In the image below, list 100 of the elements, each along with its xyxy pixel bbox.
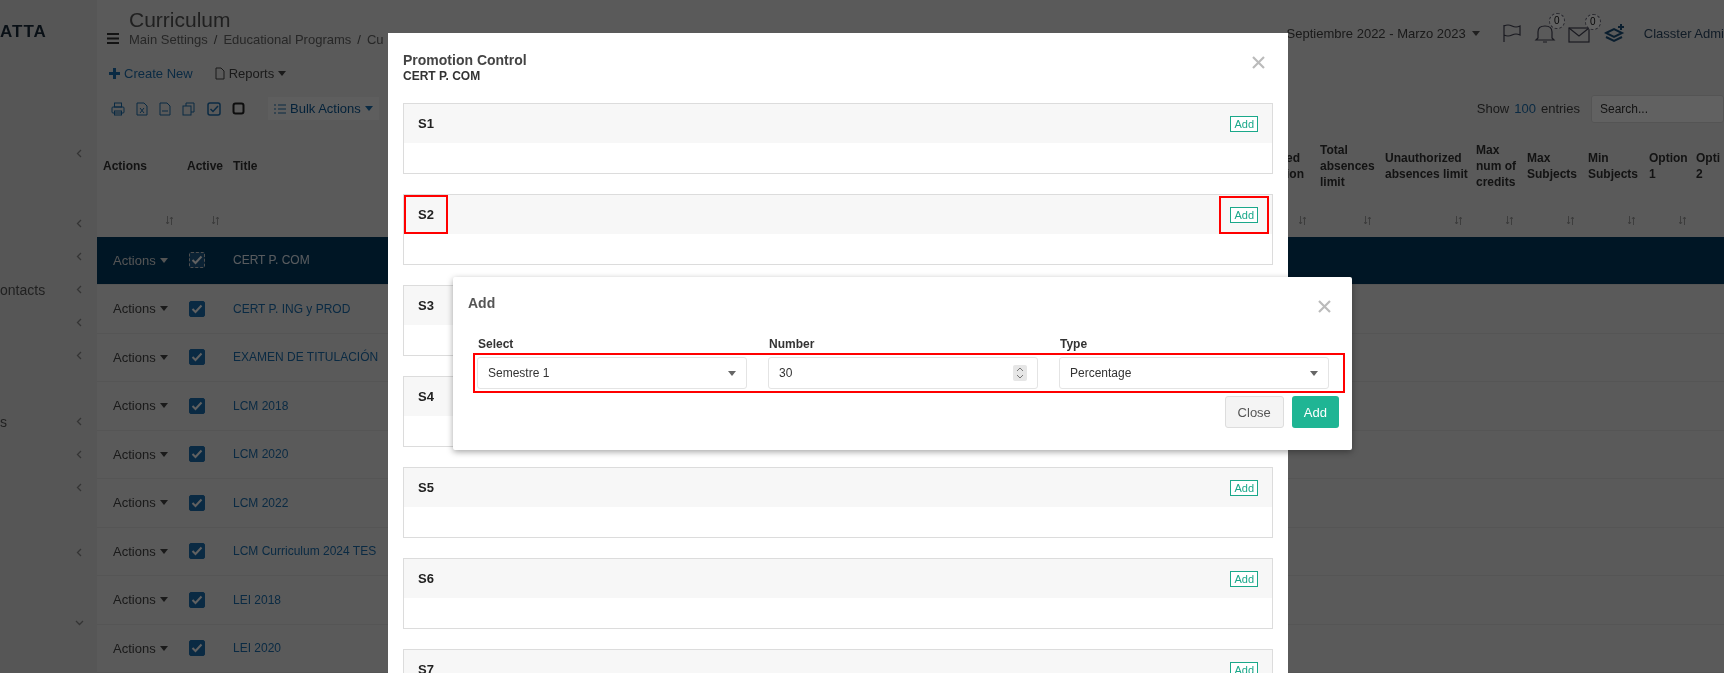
check-square-icon[interactable] bbox=[207, 101, 221, 116]
select-field[interactable]: Semestre 1 bbox=[477, 357, 747, 389]
chevron-left-icon[interactable] bbox=[76, 219, 82, 228]
chevron-left-icon[interactable] bbox=[76, 417, 82, 426]
printer-icon[interactable] bbox=[111, 101, 125, 116]
column-header[interactable]: Min Subjects bbox=[1588, 127, 1643, 205]
program-title-link[interactable]: LCM 2020 bbox=[233, 447, 289, 462]
sort-icon[interactable] bbox=[1299, 216, 1306, 225]
program-title-link[interactable]: CERT P. COM bbox=[233, 253, 310, 268]
sort-icon[interactable] bbox=[1506, 216, 1513, 225]
sort-icon[interactable] bbox=[1628, 216, 1635, 225]
sort-icon[interactable] bbox=[212, 216, 219, 225]
caret-icon bbox=[159, 548, 168, 554]
checkmark-icon bbox=[191, 449, 203, 460]
checkbox[interactable] bbox=[189, 397, 205, 414]
menu-icon[interactable] bbox=[107, 33, 119, 44]
checkbox[interactable] bbox=[189, 494, 205, 511]
square-icon[interactable] bbox=[232, 102, 245, 116]
caret-icon bbox=[1310, 370, 1318, 376]
close-icon[interactable] bbox=[1252, 56, 1265, 69]
checkbox[interactable] bbox=[189, 591, 205, 608]
sort-icon[interactable] bbox=[1455, 216, 1462, 225]
add-button[interactable]: Add bbox=[1230, 115, 1258, 132]
checkbox[interactable] bbox=[189, 300, 205, 317]
column-header[interactable]: Max num of credits bbox=[1476, 127, 1521, 205]
pdf-file-icon[interactable] bbox=[159, 101, 171, 116]
list-icon bbox=[274, 103, 286, 114]
spreadsheet-file-icon[interactable] bbox=[136, 101, 148, 116]
add-button[interactable]: Add bbox=[1230, 661, 1258, 673]
program-title-link[interactable]: LEI 2020 bbox=[233, 641, 282, 656]
flag-icon[interactable] bbox=[1501, 23, 1522, 43]
page-title: Curriculum bbox=[129, 8, 232, 32]
create-new-button[interactable]: Create New bbox=[109, 66, 193, 82]
checkbox[interactable] bbox=[189, 349, 205, 366]
add-button[interactable]: Add bbox=[1230, 479, 1258, 496]
number-field[interactable]: 30 bbox=[768, 357, 1038, 389]
checkbox[interactable] bbox=[189, 446, 205, 463]
actions-dropdown[interactable]: Actions bbox=[113, 446, 168, 462]
add-button[interactable]: Add bbox=[1230, 206, 1258, 223]
chevron-left-icon[interactable] bbox=[76, 351, 82, 360]
search-field[interactable]: Search... bbox=[1591, 94, 1724, 123]
actions-dropdown[interactable]: Actions bbox=[113, 252, 168, 268]
actions-dropdown[interactable]: Actions bbox=[113, 592, 168, 608]
caret-icon bbox=[159, 306, 168, 312]
actions-dropdown[interactable]: Actions bbox=[113, 349, 168, 365]
layers-plus-icon[interactable] bbox=[1603, 23, 1626, 43]
select-field[interactable]: Percentage bbox=[1059, 357, 1329, 389]
message-count: 0 bbox=[1584, 14, 1601, 30]
column-header[interactable]: Actions bbox=[103, 127, 181, 205]
reports-button[interactable]: Reports bbox=[214, 66, 287, 82]
checkmark-icon bbox=[191, 303, 203, 314]
entries-label: Show bbox=[1476, 101, 1510, 117]
chevron-left-icon[interactable] bbox=[76, 450, 82, 459]
program-title-link[interactable]: CERT P. ING y PROD bbox=[233, 301, 351, 316]
copy-icon[interactable] bbox=[182, 101, 196, 116]
bell-icon[interactable] bbox=[1533, 22, 1556, 44]
section-label: S5 bbox=[417, 479, 435, 497]
bulk-actions-button[interactable]: Bulk Actions bbox=[268, 97, 379, 121]
checkbox[interactable] bbox=[189, 543, 205, 560]
close-icon[interactable] bbox=[1318, 300, 1331, 313]
column-header[interactable]: Unauthorized absences limit bbox=[1385, 127, 1470, 205]
spinner-icon[interactable] bbox=[1013, 365, 1027, 381]
actions-dropdown[interactable]: Actions bbox=[113, 301, 168, 317]
program-title-link[interactable]: LCM 2022 bbox=[233, 495, 289, 510]
field-label: Select bbox=[478, 337, 515, 351]
sort-icon[interactable] bbox=[1567, 216, 1574, 225]
section-label: S1 bbox=[417, 115, 435, 133]
sort-icon[interactable] bbox=[1364, 216, 1371, 225]
program-title-link[interactable]: LEI 2018 bbox=[233, 592, 282, 607]
actions-dropdown[interactable]: Actions bbox=[113, 640, 168, 656]
sort-icon[interactable] bbox=[166, 216, 173, 225]
column-header[interactable]: Active bbox=[187, 127, 227, 205]
column-header[interactable]: Max Subjects bbox=[1527, 127, 1582, 205]
chevron-left-icon[interactable] bbox=[76, 149, 82, 158]
chevron-down-icon[interactable] bbox=[75, 619, 84, 626]
column-header[interactable]: Opti 2 bbox=[1696, 127, 1724, 205]
actions-dropdown[interactable]: Actions bbox=[113, 543, 168, 559]
chevron-left-icon[interactable] bbox=[76, 318, 82, 327]
column-header[interactable]: Total absences limit bbox=[1320, 127, 1379, 205]
add-button[interactable]: Add bbox=[1291, 396, 1339, 428]
checkbox[interactable] bbox=[189, 640, 205, 657]
caret-icon bbox=[159, 257, 168, 263]
program-title-link[interactable]: EXAMEN DE TITULACIÓN bbox=[233, 350, 379, 365]
chevron-left-icon[interactable] bbox=[76, 548, 82, 557]
column-header[interactable]: Option 1 bbox=[1649, 127, 1694, 205]
chevron-left-icon[interactable] bbox=[76, 252, 82, 261]
sort-icon[interactable] bbox=[1679, 216, 1686, 225]
caret-icon bbox=[159, 500, 168, 506]
chevron-left-icon[interactable] bbox=[76, 285, 82, 294]
add-button[interactable]: Add bbox=[1230, 570, 1258, 587]
field-label: Number bbox=[769, 337, 816, 351]
program-title-link[interactable]: LCM 2018 bbox=[233, 398, 289, 413]
actions-dropdown[interactable]: Actions bbox=[113, 495, 168, 511]
program-title-link[interactable]: LCM Curriculum 2024 TES bbox=[233, 544, 377, 559]
period-dropdown[interactable]: Septiembre 2022 - Marzo 2023 bbox=[1286, 25, 1480, 41]
entries-count[interactable]: 100 bbox=[1514, 101, 1536, 117]
close-button[interactable]: Close bbox=[1224, 396, 1284, 428]
user-name[interactable]: Classter Admi bbox=[1643, 25, 1724, 41]
chevron-left-icon[interactable] bbox=[76, 483, 82, 492]
actions-dropdown[interactable]: Actions bbox=[113, 398, 168, 414]
